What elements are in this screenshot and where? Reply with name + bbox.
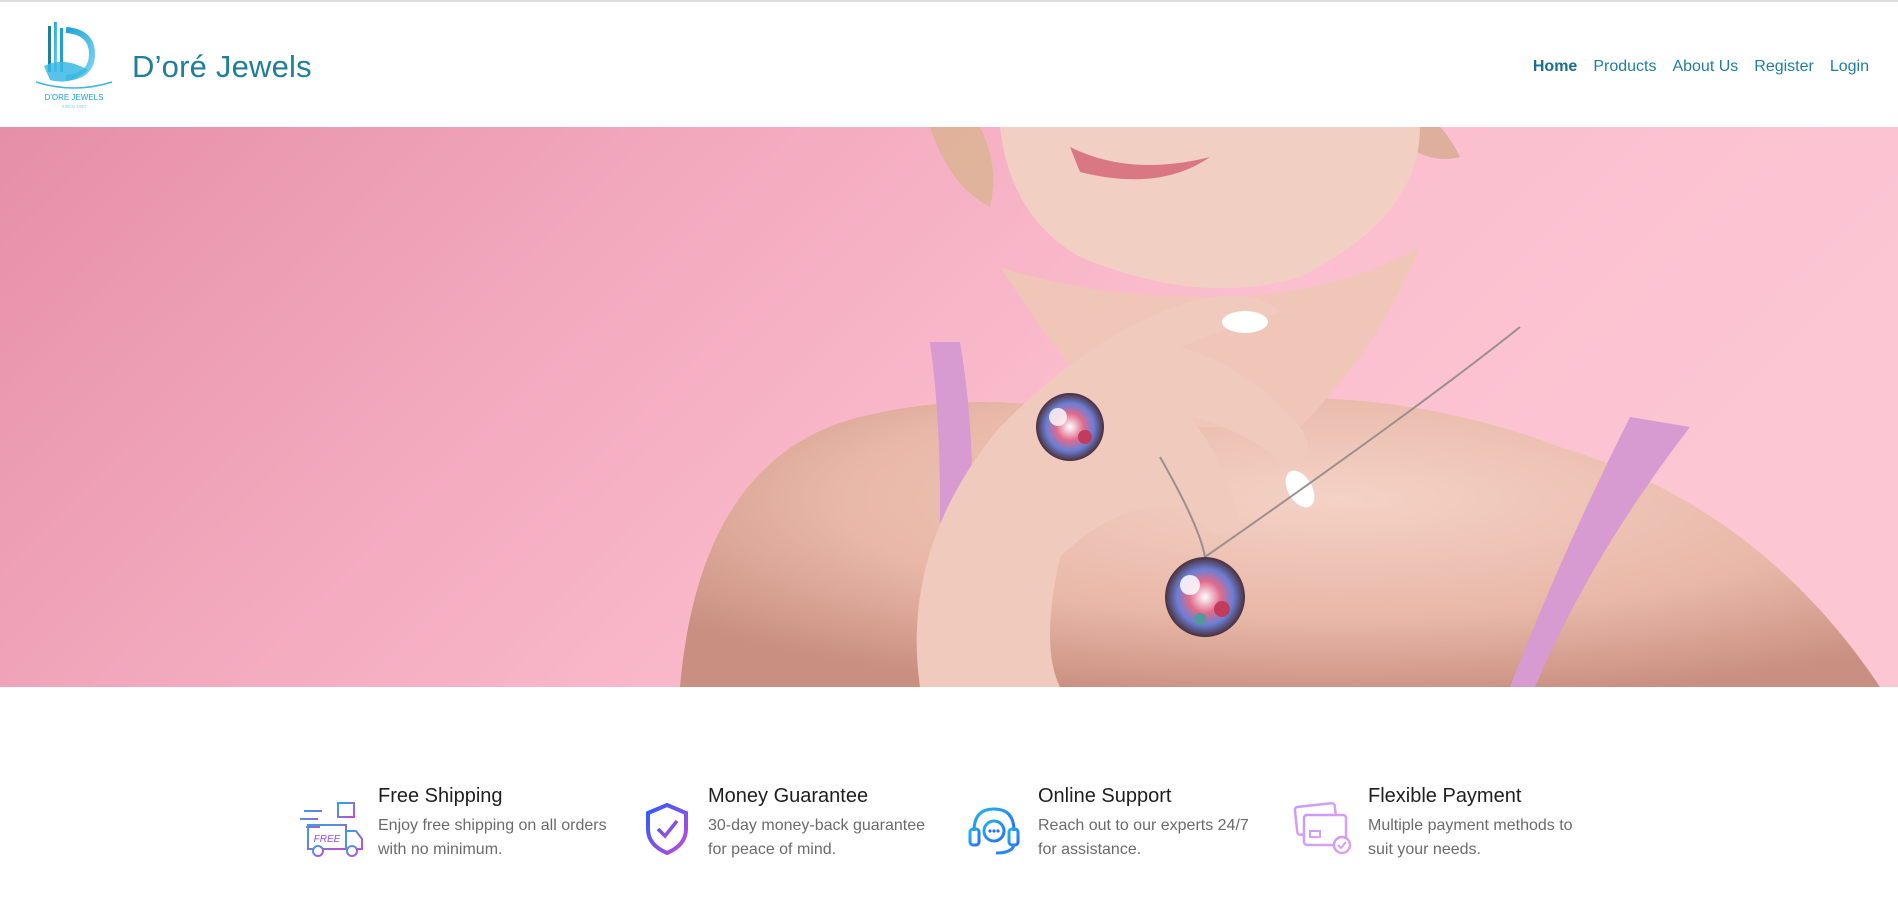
- features-row: FREE Free Shipping Enjoy free shipping o…: [300, 783, 1600, 863]
- delivery-truck-icon: FREE: [300, 801, 363, 863]
- main-nav: Home Products About Us Register Login: [1533, 58, 1869, 76]
- feature-description: Enjoy free shipping on all orders with n…: [378, 817, 607, 858]
- feature-title: Flexible Payment: [1368, 785, 1522, 807]
- feature-title: Money Guarantee: [708, 785, 869, 807]
- feature-flexible-payment: Flexible Payment Multiple payment method…: [1292, 783, 1602, 863]
- nav-about-us[interactable]: About Us: [1672, 58, 1738, 76]
- feature-description: Reach out to our experts 24/7 for assist…: [1038, 817, 1249, 858]
- shield-check-icon: [642, 801, 704, 863]
- feature-description: Multiple payment methods to suit your ne…: [1368, 817, 1573, 858]
- logo-emblem-icon: D'ORE JEWELS SINCE 1997: [35, 22, 113, 109]
- nav-products[interactable]: Products: [1593, 58, 1656, 76]
- brand-logo[interactable]: D'ORE JEWELS SINCE 1997: [30, 20, 118, 110]
- nav-login[interactable]: Login: [1830, 58, 1869, 76]
- hero-image: [0, 127, 1898, 687]
- brand-name[interactable]: D’oré Jewels: [132, 49, 312, 85]
- nav-register[interactable]: Register: [1754, 58, 1814, 76]
- feature-title: Free Shipping: [378, 785, 503, 807]
- credit-card-icon: [1292, 801, 1354, 863]
- feature-description: 30-day money-back guarantee for peace of…: [708, 817, 926, 858]
- headset-support-icon: [966, 801, 1028, 863]
- hero-banner: [0, 127, 1898, 687]
- feature-money-guarantee: Money Guarantee 30-day money-back guaran…: [642, 783, 942, 863]
- feature-online-support: Online Support Reach out to our experts …: [966, 783, 1266, 863]
- feature-free-shipping: FREE Free Shipping Enjoy free shipping o…: [300, 783, 620, 863]
- feature-title: Online Support: [1038, 785, 1172, 807]
- svg-text:D'ORE JEWELS: D'ORE JEWELS: [45, 93, 104, 102]
- svg-text:FREE: FREE: [314, 834, 341, 845]
- svg-text:SINCE 1997: SINCE 1997: [61, 104, 87, 109]
- nav-home[interactable]: Home: [1533, 58, 1577, 76]
- site-header: D'ORE JEWELS SINCE 1997 D’oré Jewels Hom…: [0, 2, 1898, 127]
